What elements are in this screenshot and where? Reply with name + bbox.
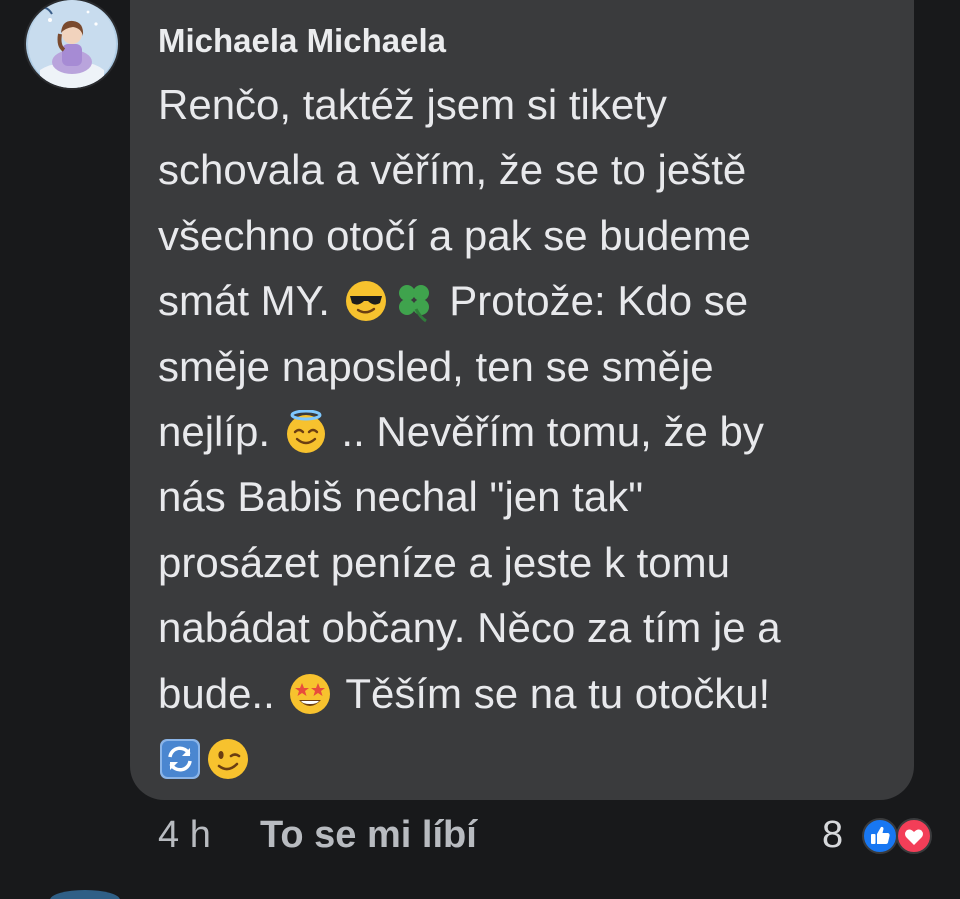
comment-text-span: Těším se na tu otočku! [334, 669, 771, 717]
comment-line: bude.. Těším se na tu otočku! [158, 665, 898, 730]
comment-line: všechno otočí a pak se budeme [158, 207, 898, 272]
reaction-count[interactable]: 8 [822, 814, 843, 857]
comment-line: Renčo, taktéž jsem si tikety [158, 76, 898, 141]
wink-emoji-icon [208, 738, 248, 779]
comment-line [158, 730, 898, 795]
comment-text-span: Protože: Kdo se [437, 277, 749, 325]
comment-text-span: schovala a věřím, že se to ještě [158, 146, 747, 194]
comment-text-span: nejlíp. [158, 407, 282, 455]
like-reaction-icon[interactable] [862, 818, 898, 854]
comment-line: prosázet peníze a jeste k tomu [158, 534, 898, 599]
comment-text-span: směje naposled, ten se směje [158, 342, 714, 390]
comment-thread: Michaela Michaela Renčo, taktéž jsem si … [0, 0, 960, 899]
next-comment-avatar [50, 890, 120, 899]
comment-text-span: nabádat občany. Něco za tím je a [158, 604, 781, 652]
comment-text-span: Renčo, taktéž jsem si tikety [158, 81, 667, 128]
repeat-arrows-icon [160, 738, 200, 779]
sunglasses-emoji-icon [345, 281, 386, 322]
comment-text: Renčo, taktéž jsem si tikety schovala a … [158, 76, 898, 795]
avatar-illustration [28, 0, 116, 88]
comment-text-span: nás Babiš nechal "jen tak" [158, 473, 644, 521]
comment-text-span: prosázet peníze a jeste k tomu [158, 538, 730, 586]
avatar[interactable] [26, 0, 118, 88]
like-button[interactable]: To se mi líbí [260, 814, 477, 857]
four-leaf-clover-icon [398, 285, 429, 323]
comment-line: nás Babiš nechal "jen tak" [158, 468, 898, 533]
comment-text-span: .. Nevěřím tomu, že by [329, 407, 764, 455]
comment-author[interactable]: Michaela Michaela [158, 22, 446, 60]
comment-line: směje naposled, ten se směje [158, 338, 898, 403]
love-reaction-icon[interactable] [896, 818, 932, 854]
comment-line: smát MY. Protože: Kdo se [158, 272, 898, 337]
comment-line: schovala a věřím, že se to ještě [158, 141, 898, 206]
comment-line: nabádat občany. Něco za tím je a [158, 599, 898, 664]
comment-text-span: všechno otočí a pak se budeme [158, 211, 752, 259]
comment-timestamp[interactable]: 4 h [158, 814, 211, 857]
comment-text-span: bude.. [158, 669, 287, 717]
halo-emoji-icon [286, 409, 325, 453]
star-struck-emoji-icon [290, 673, 331, 714]
comment-line: nejlíp. .. Nevěřím tomu, že by [158, 403, 898, 468]
comment-text-span: smát MY. [158, 277, 342, 325]
